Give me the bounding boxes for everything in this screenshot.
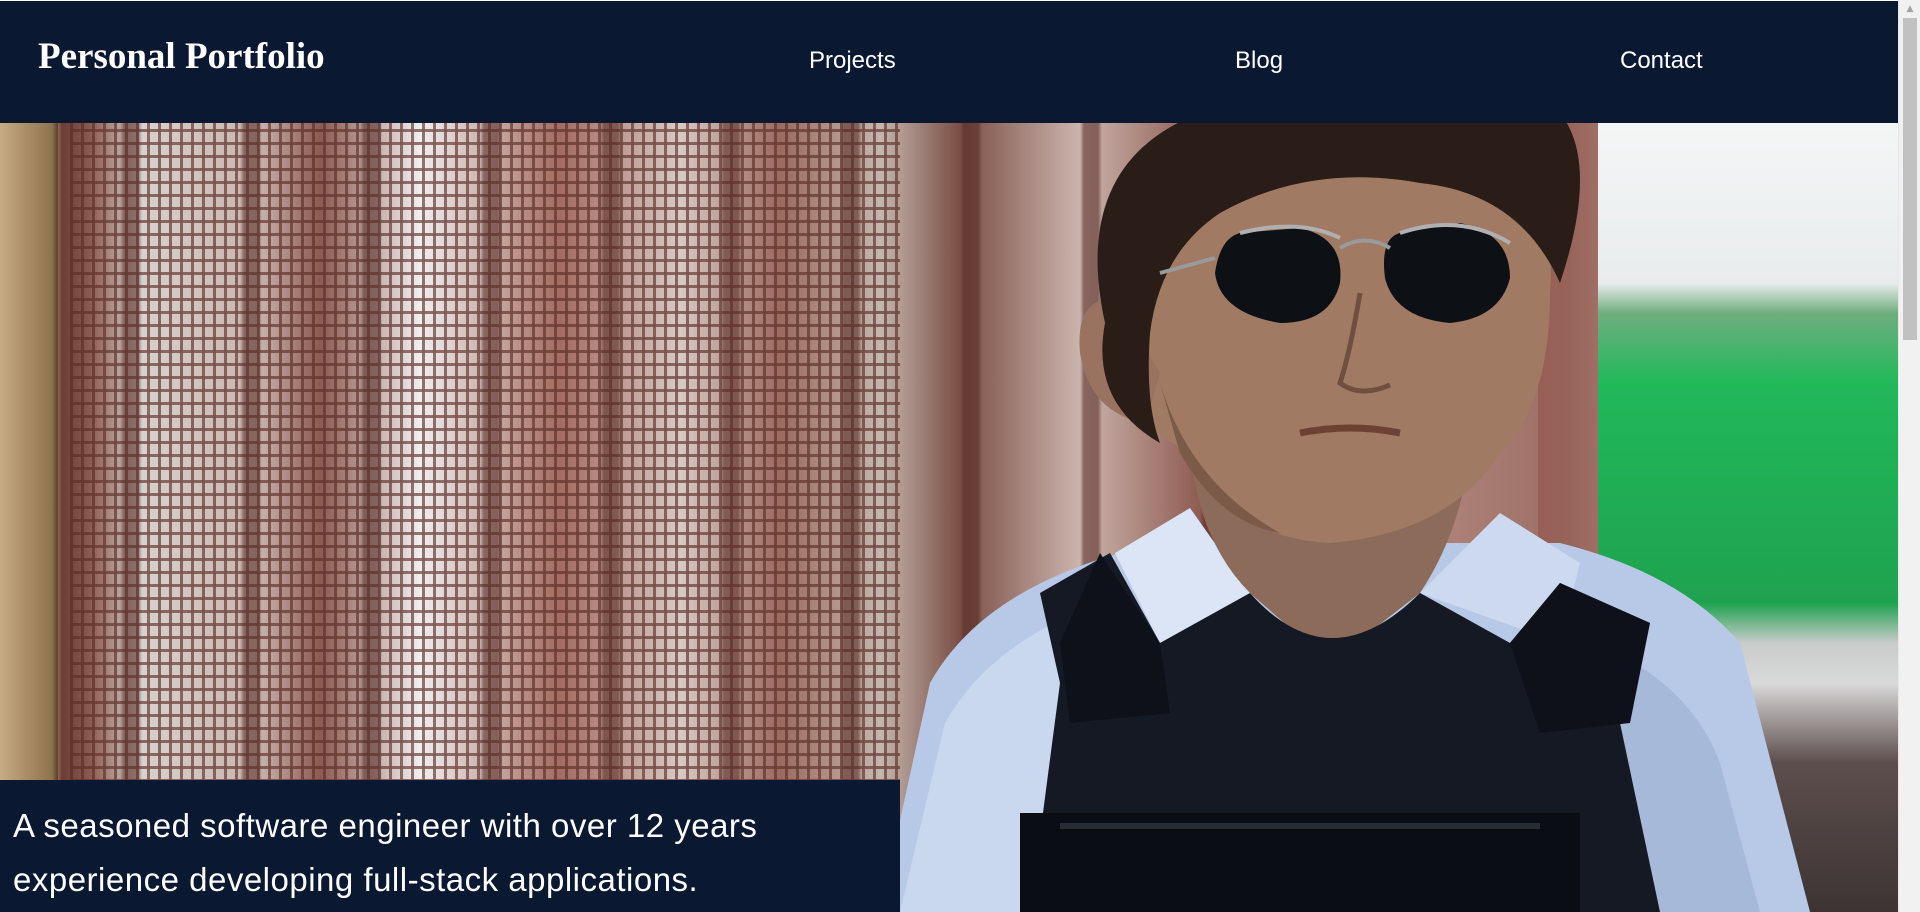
site-header: Personal Portfolio Projects Blog Contact bbox=[0, 1, 1898, 123]
nav-link-contact[interactable]: Contact bbox=[1620, 49, 1703, 73]
hero-caption: A seasoned software engineer with over 1… bbox=[13, 807, 758, 898]
nav-link-blog[interactable]: Blog bbox=[1235, 49, 1283, 73]
chevron-up-icon[interactable]: ▲ bbox=[1899, 0, 1920, 17]
scrollbar-thumb[interactable] bbox=[1903, 18, 1917, 340]
page: Personal Portfolio Projects Blog Contact bbox=[0, 0, 1898, 912]
nav-link-projects[interactable]: Projects bbox=[809, 49, 896, 73]
vertical-scrollbar[interactable]: ▲ bbox=[1898, 0, 1920, 912]
hero-person bbox=[860, 123, 1840, 912]
hero-caption-panel: A seasoned software engineer with over 1… bbox=[0, 780, 900, 912]
brand-title[interactable]: Personal Portfolio bbox=[38, 38, 325, 75]
